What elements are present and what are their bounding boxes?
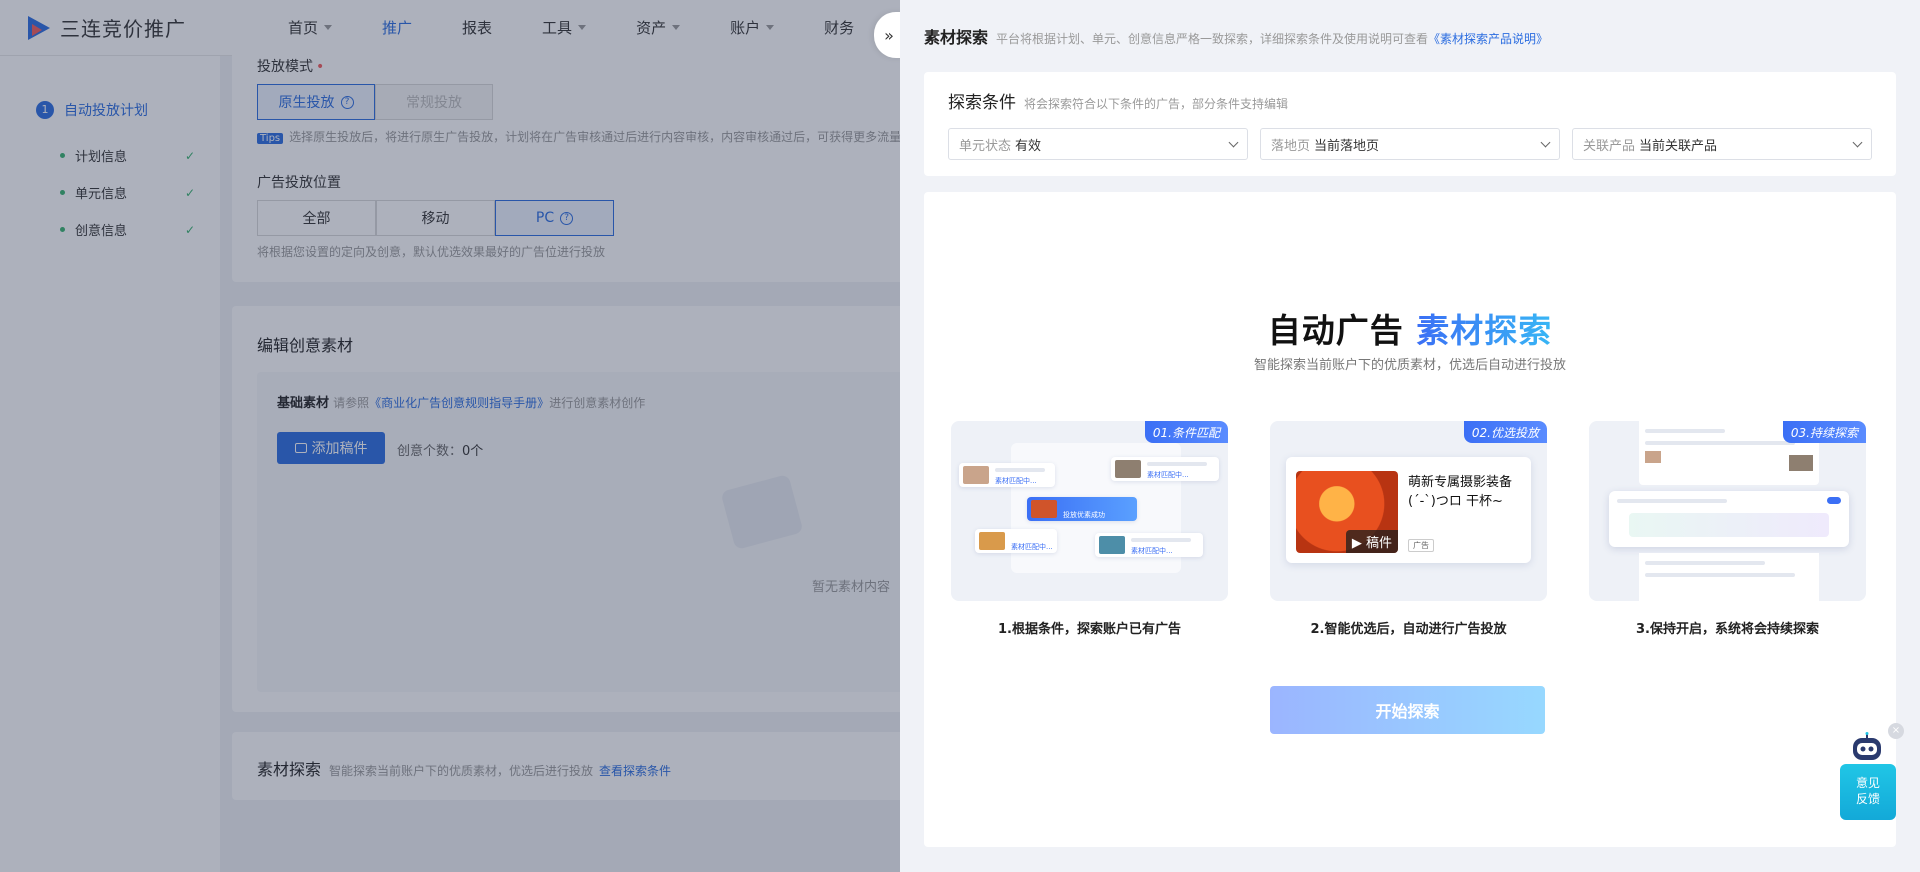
line [1645,441,1795,445]
unit-status-select[interactable]: 单元状态 有效 [948,128,1248,160]
line [1131,538,1191,542]
ad-tag: 广告 [1408,539,1434,552]
line [1645,561,1765,565]
thumb [1031,500,1057,518]
feature-card-continuous: 03.持续探索 [1589,421,1866,601]
line [1617,499,1727,503]
feature-card-optimize: ▶ 稿件 萌新专属摄影装备 (´-`)つロ 干杯~ 广告 02.优选投放 [1270,421,1547,601]
illustration-row: 素材匹配中... [975,529,1057,553]
thumb [979,532,1005,550]
drawer-desc: 平台将根据计划、单元、创意信息严格一致探索，详细探索条件及使用说明可查看 [996,32,1429,46]
drawer-header: 素材探索 平台将根据计划、单元、创意信息严格一致探索，详细探索条件及使用说明可查… [924,24,1548,48]
toggle-icon [1827,497,1841,504]
feature-badge: 03.持续探索 [1782,421,1866,443]
modal-overlay[interactable] [0,0,900,872]
conditions-card: 探索条件 将会探索符合以下条件的广告，部分条件支持编辑 单元状态 有效 落地页 当前… [924,72,1896,176]
line [1147,462,1207,466]
ad-title: 萌新专属摄影装备 (´-`)つロ 干杯~ [1408,475,1513,509]
illustration-row: 素材匹配中... [959,463,1055,487]
thumb [1115,460,1141,478]
tag: 投放优素成功 [1063,511,1105,519]
start-explore-button[interactable]: 开始探索 [1270,686,1545,734]
tag: 素材匹配中... [995,477,1037,485]
thumb [963,466,989,484]
related-product-select[interactable]: 关联产品 当前关联产品 [1572,128,1872,160]
thumb [1789,455,1813,471]
tag: 素材匹配中... [1011,543,1053,551]
conditions-desc: 将会探索符合以下条件的广告，部分条件支持编辑 [1024,97,1289,111]
illustration-row-active: 投放优素成功 [1027,497,1137,521]
line [995,468,1045,472]
feedback-button[interactable]: 意见 反馈 [1840,764,1896,820]
drawer-title: 素材探索 [924,28,989,47]
hero-subtitle: 智能探索当前账户下的优质素材，优选后自动进行投放 [1253,358,1566,373]
double-chevron-right-icon: » [884,25,894,45]
explore-intro-card: 自动广告 素材探索 智能探索当前账户下的优质素材，优选后自动进行投放 素材匹配中… [924,192,1896,847]
video-badge: ▶ 稿件 [1345,530,1398,553]
illustration-row: 素材匹配中... [1095,533,1203,557]
illustration-toggle-card [1609,491,1849,547]
product-guide-link[interactable]: 《素材探索产品说明》 [1428,30,1548,47]
illustration-page [1639,553,1819,601]
landing-page-select[interactable]: 落地页 当前落地页 [1260,128,1560,160]
highlight [1629,513,1829,537]
chevron-down-icon [1228,137,1239,147]
line [1645,573,1795,577]
ad-thumbnail: ▶ 稿件 [1296,471,1398,553]
feature-caption: 3.保持开启，系统将会持续探索 [1636,622,1819,637]
feature-badge: 02.优选投放 [1463,421,1547,443]
chevron-down-icon [1852,137,1863,147]
thumb [1645,451,1661,463]
line [1645,429,1725,433]
feature-card-match: 素材匹配中... 素材匹配中... 投放优素成功 素材匹配中... 素材匹配中.… [951,421,1228,601]
chevron-down-icon [1540,137,1551,147]
tag: 素材匹配中... [1147,471,1189,479]
tag: 素材匹配中... [1131,547,1173,555]
close-icon[interactable]: × [1888,723,1904,739]
explore-drawer: 素材探索 平台将根据计划、单元、创意信息严格一致探索，详细探索条件及使用说明可查… [900,0,1920,872]
feedback-label: 反馈 [1855,792,1880,806]
ad-preview-card: ▶ 稿件 萌新专属摄影装备 (´-`)つロ 干杯~ 广告 [1286,457,1531,563]
conditions-title: 探索条件 [948,93,1016,113]
illustration-row: 素材匹配中... [1111,457,1219,481]
hero-title: 自动广告 素材探索 [1267,311,1553,350]
thumb [1099,536,1125,554]
conditions-header: 探索条件 将会探索符合以下条件的广告，部分条件支持编辑 [948,88,1288,113]
feature-badge: 01.条件匹配 [1144,421,1228,443]
feedback-label: 意见 [1855,776,1880,790]
feature-caption: 2.智能优选后，自动进行广告投放 [1310,622,1507,637]
feature-caption: 1.根据条件，探索账户已有广告 [998,622,1181,637]
robot-icon[interactable] [1849,732,1885,764]
